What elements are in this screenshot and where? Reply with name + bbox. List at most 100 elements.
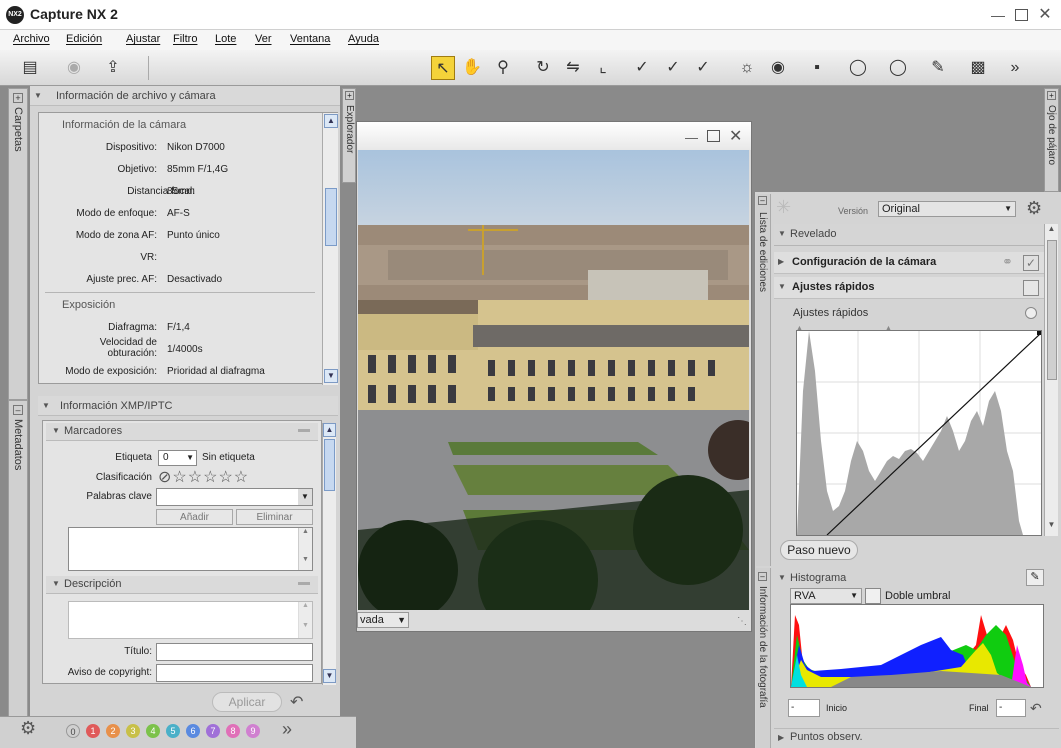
new-step-button[interactable]: Paso nuevo [780, 540, 858, 560]
minimize-icon[interactable]: — [990, 7, 1006, 23]
menu-ajustar[interactable]: Ajustar [126, 33, 160, 45]
edit-list-scrollbar[interactable]: ▲ ▼ [1044, 224, 1058, 536]
description-header[interactable]: ▼ Descripción [46, 576, 318, 594]
expand-icon[interactable]: + [13, 93, 23, 103]
label-2[interactable]: 2 [106, 724, 120, 738]
xmp-header[interactable]: ▼ Información XMP/IPTC [38, 396, 338, 416]
double-threshold-checkbox[interactable] [865, 588, 881, 604]
menu-ver[interactable]: Ver [255, 33, 272, 45]
scroll-up-icon[interactable]: ▲ [323, 423, 336, 437]
scroll-up-icon[interactable]: ▲ [1045, 224, 1058, 238]
select-arrow-icon[interactable]: ↖ [431, 56, 455, 80]
file-info-header[interactable]: ▼ Información de archivo y cámara [30, 86, 340, 106]
photo[interactable] [358, 150, 749, 610]
black-point-handle-icon[interactable]: ▲ [796, 325, 803, 332]
brush-icon[interactable]: ✎ [926, 56, 950, 80]
collapse-icon[interactable] [298, 429, 310, 432]
star-icon[interactable]: ☆ [218, 469, 233, 486]
etiqueta-select[interactable]: 0 ▼ [158, 450, 197, 466]
scroll-up-icon[interactable]: ▲ [299, 602, 312, 616]
xmp-scrollbar[interactable]: ▲ ▼ [322, 423, 336, 685]
folders-tab[interactable]: + Carpetas [8, 88, 28, 400]
curve-editor[interactable] [796, 330, 1042, 536]
label-9[interactable]: 9 [246, 724, 260, 738]
scroll-down-icon[interactable]: ▼ [1045, 520, 1058, 534]
menu-lote[interactable]: Lote [215, 33, 236, 45]
undo-icon[interactable]: ↶ [290, 692, 303, 712]
star-icon[interactable]: ☆ [172, 469, 187, 486]
collapse-icon[interactable]: – [758, 572, 767, 581]
camera-config-row[interactable]: ▶ Configuración de la cámara ⚭ ✓ [774, 252, 1044, 274]
delete-button[interactable]: Eliminar [236, 509, 313, 525]
label-1[interactable]: 1 [86, 724, 100, 738]
menu-ventana[interactable]: Ventana [290, 33, 330, 45]
copyright-input[interactable] [156, 664, 313, 682]
collapse-icon[interactable]: – [758, 196, 767, 205]
scroll-up-icon[interactable]: ▲ [299, 528, 312, 542]
resize-grip-icon[interactable]: ⋱ [737, 616, 747, 627]
description-scrollbar[interactable]: ▲ ▼ [298, 602, 312, 638]
description-field[interactable]: ▲ ▼ [68, 601, 313, 639]
link-icon[interactable]: ⚭ [1002, 254, 1013, 270]
neutral-point-icon[interactable]: ✓ [661, 56, 685, 80]
scroll-up-icon[interactable]: ▲ [324, 114, 338, 128]
minimize-icon[interactable]: — [685, 130, 698, 145]
star-icon[interactable]: ☆ [234, 469, 249, 486]
label-6[interactable]: 6 [186, 724, 200, 738]
star-icon[interactable]: ☆ [188, 469, 203, 486]
keywords-input[interactable]: ▼ [156, 488, 313, 506]
apply-button[interactable]: Aplicar [212, 692, 282, 712]
label-7[interactable]: 7 [206, 724, 220, 738]
red-eye-icon[interactable]: ☼ [735, 56, 759, 80]
keywords-scrollbar[interactable]: ▲ ▼ [298, 528, 312, 570]
chevron-down-icon[interactable]: ▼ [298, 489, 312, 505]
expand-icon[interactable]: + [1047, 91, 1056, 100]
lasso-icon[interactable]: ◯ [846, 56, 870, 80]
eye-icon[interactable]: ◉ [766, 56, 790, 80]
title-input[interactable] [156, 643, 313, 661]
label-0[interactable]: 0 [66, 724, 80, 738]
hand-icon[interactable]: ✋ [460, 56, 484, 80]
channel-select[interactable]: RVA ▼ [790, 588, 862, 604]
black-point-icon[interactable]: ✓ [630, 56, 654, 80]
edit-list-tab[interactable]: – Lista de ediciones [756, 194, 771, 566]
more-tools-icon[interactable]: » [1003, 56, 1027, 80]
label-8[interactable]: 8 [226, 724, 240, 738]
close-icon[interactable]: ✕ [1037, 7, 1053, 23]
label-5[interactable]: 5 [166, 724, 180, 738]
menu-archivo[interactable]: Archivo [13, 33, 50, 45]
bandage-icon[interactable]: ▪ [805, 56, 829, 80]
rotate-icon[interactable]: ↻ [531, 56, 555, 80]
menu-filtro[interactable]: Filtro [173, 33, 197, 45]
white-point-icon[interactable]: ✓ [691, 56, 715, 80]
scroll-down-icon[interactable]: ▼ [324, 369, 338, 383]
radio-icon[interactable] [1025, 307, 1037, 319]
keywords-list[interactable]: ▲ ▼ [68, 527, 313, 571]
crop-icon[interactable]: ⌞ [591, 56, 615, 80]
scroll-down-icon[interactable]: ▼ [299, 622, 312, 636]
export-icon[interactable]: ⇪ [101, 56, 125, 80]
scroll-thumb[interactable] [325, 188, 337, 246]
close-icon[interactable]: ✕ [729, 126, 742, 146]
photo-info-tab[interactable]: – Información de la fotografía [756, 568, 771, 748]
gradient-icon[interactable]: ▩ [966, 56, 990, 80]
scroll-down-icon[interactable]: ▼ [299, 556, 312, 570]
zoom-select[interactable]: vada ▼ [357, 612, 409, 628]
gear-icon[interactable]: ⚙ [20, 718, 36, 739]
midpoint-handle-icon[interactable]: ▲ [885, 325, 892, 332]
label-3[interactable]: 3 [126, 724, 140, 738]
quick-adjust-row[interactable]: ▼ Ajustes rápidos [774, 277, 1044, 299]
markers-header[interactable]: ▼ Marcadores [46, 423, 318, 441]
scroll-down-icon[interactable]: ▼ [323, 669, 336, 683]
explorer-tab[interactable]: + Explorador [342, 88, 356, 183]
camera-icon[interactable]: ◉ [62, 56, 86, 80]
start-input[interactable]: - [788, 699, 820, 717]
marquee-icon[interactable]: ◯ [886, 56, 910, 80]
birds-eye-tab[interactable]: + Ojo de pájaro [1044, 88, 1059, 192]
maximize-icon[interactable] [707, 130, 720, 142]
gear-icon[interactable]: ⚙ [1026, 198, 1042, 219]
scroll-thumb[interactable] [324, 439, 335, 491]
browser-icon[interactable]: ▤ [18, 56, 42, 80]
rating-stars[interactable]: ⊘☆☆☆☆☆ [158, 467, 249, 487]
menu-ayuda[interactable]: Ayuda [348, 33, 379, 45]
